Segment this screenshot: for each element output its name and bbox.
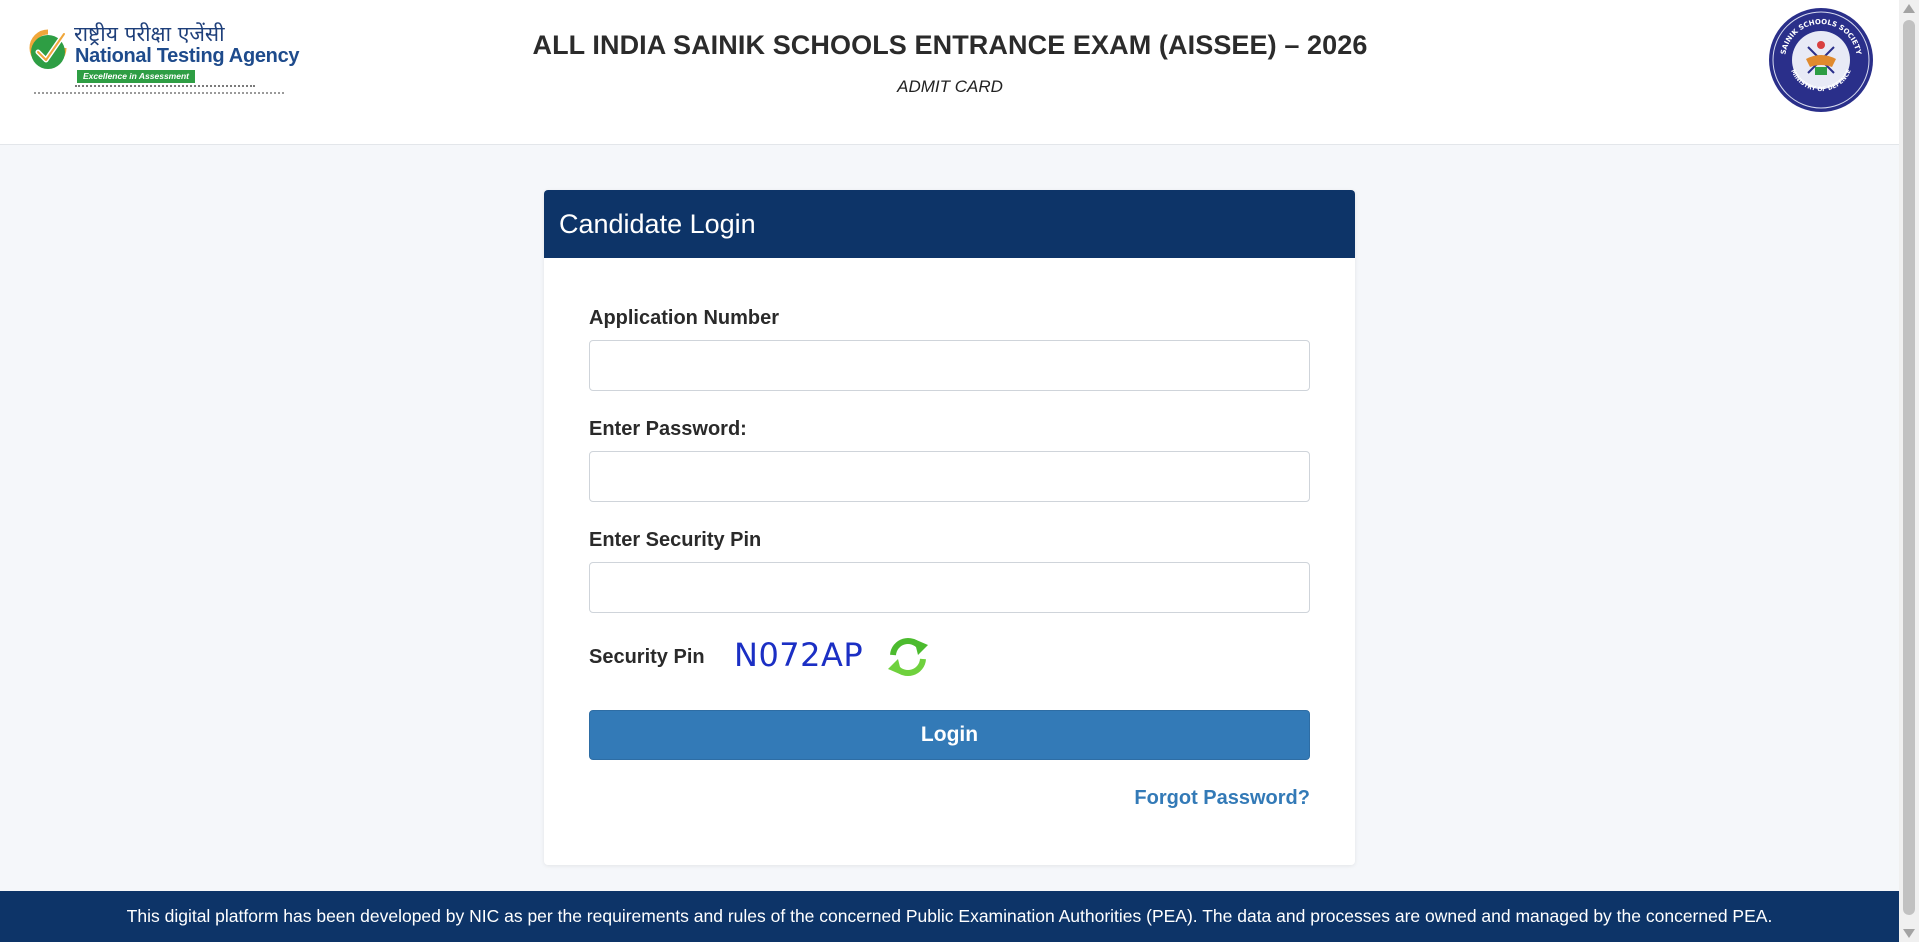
vertical-scrollbar[interactable] [1899,0,1919,942]
nta-logo-fine-print [34,92,284,95]
scroll-thumb[interactable] [1903,20,1915,915]
forgot-password-link[interactable]: Forgot Password? [1134,787,1310,810]
captcha-image: N072AP [734,636,864,674]
site-footer: This digital platform has been developed… [0,891,1899,942]
scroll-up-arrow-icon[interactable] [1903,4,1915,13]
security-pin-label: Security Pin [589,646,705,668]
nta-logo-fine-print [75,85,255,88]
footer-text: This digital platform has been developed… [126,906,1773,926]
sainik-schools-emblem: SAINIK SCHOOLS SOCIETY MINISTRY OF DEFEN… [1769,8,1873,112]
nta-logo: राष्ट्रीय परीक्षा एजेंसी National Testin… [28,20,300,102]
site-header: राष्ट्रीय परीक्षा एजेंसी National Testin… [0,0,1899,145]
nta-tagline: Excellence in Assessment [77,70,195,83]
page-subtitle: ADMIT CARD [897,77,1003,96]
title-block: ALL INDIA SAINIK SCHOOLS ENTRANCE EXAM (… [400,30,1500,97]
application-number-label: Application Number [589,307,780,329]
nta-hindi-name: राष्ट्रीय परीक्षा एजेंसी [74,22,225,46]
login-title: Candidate Login [559,208,756,239]
refresh-icon[interactable] [884,633,932,681]
page: राष्ट्रीय परीक्षा एजेंसी National Testin… [0,0,1919,942]
security-pin-input[interactable] [589,562,1310,613]
scroll-down-arrow-icon[interactable] [1903,929,1915,938]
nta-name: National Testing Agency [75,45,300,67]
password-input[interactable] [589,451,1310,502]
login-card: Candidate Login Application Number Enter… [544,190,1355,865]
login-card-header: Candidate Login [544,190,1355,258]
page-title: ALL INDIA SAINIK SCHOOLS ENTRANCE EXAM (… [532,30,1368,60]
password-label: Enter Password: [589,418,747,440]
security-pin-input-label: Enter Security Pin [589,529,762,551]
application-number-input[interactable] [589,340,1310,391]
login-button[interactable]: Login [589,710,1310,760]
check-icon [29,29,67,69]
